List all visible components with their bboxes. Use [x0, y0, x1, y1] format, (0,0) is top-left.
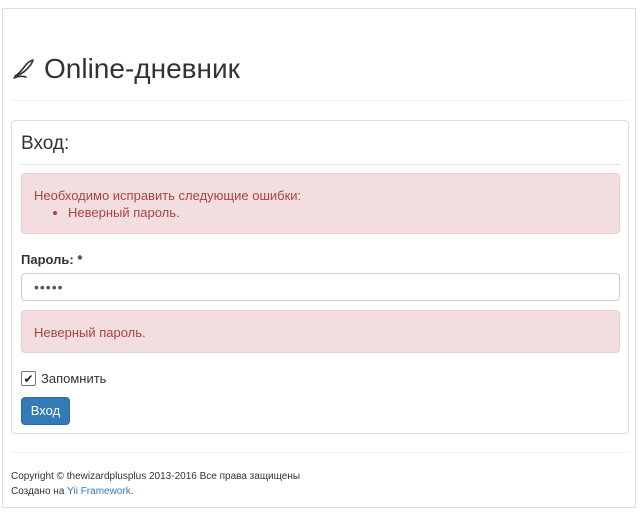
error-summary-list: Неверный пароль. — [34, 204, 607, 221]
brand-title: Online-дневник — [44, 53, 240, 84]
footer-divider — [12, 452, 629, 453]
footer: Copyright © thewizardplusplus 2013-2016 … — [11, 469, 300, 499]
error-summary: Необходимо исправить следующие ошибки: Н… — [21, 173, 620, 234]
site-brand[interactable]: Online-дневник — [12, 52, 240, 86]
footer-copyright: Copyright © thewizardplusplus 2013-2016 … — [11, 471, 301, 482]
yii-framework-link[interactable]: Yii Framework — [67, 486, 131, 497]
password-label: Пароль: * — [21, 252, 83, 267]
error-summary-title: Необходимо исправить следующие ошибки: — [34, 188, 302, 203]
login-panel: Вход: Необходимо исправить следующие оши… — [11, 120, 629, 434]
login-legend: Вход: — [21, 133, 621, 165]
remember-row[interactable]: ✔ Запомнить — [21, 371, 106, 386]
error-summary-item: Неверный пароль. — [68, 204, 607, 221]
checkmark-icon: ✔ — [23, 371, 34, 386]
password-error: Неверный пароль. — [21, 310, 620, 353]
login-submit-button[interactable]: Вход — [21, 397, 70, 425]
quill-pen-icon — [13, 59, 34, 79]
footer-created-suffix: . — [130, 486, 134, 497]
remember-label[interactable]: Запомнить — [41, 371, 106, 386]
footer-credits: Создано на Yii Framework. — [11, 484, 300, 499]
password-input[interactable]: ••••• — [21, 273, 620, 301]
footer-created-prefix: Создано на — [11, 486, 68, 497]
header-divider — [12, 100, 629, 101]
remember-checkbox[interactable]: ✔ — [21, 371, 36, 386]
